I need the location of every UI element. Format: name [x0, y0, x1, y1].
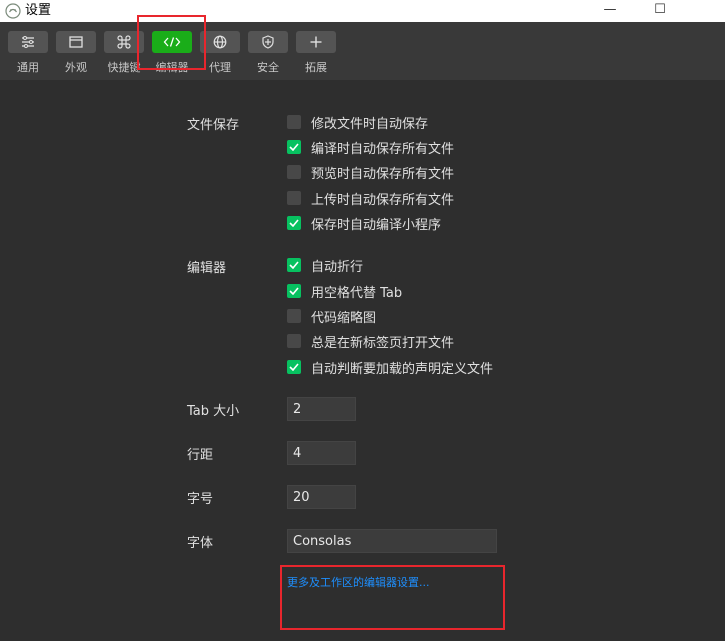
option-open-in-new-tab[interactable]: 总是在新标签页打开文件: [287, 333, 455, 351]
option-label: 保存时自动编译小程序: [311, 217, 442, 233]
option-auto-load-declarations[interactable]: 自动判断要加载的声明定义文件: [287, 359, 494, 377]
checkbox[interactable]: [287, 360, 301, 374]
appearance-button[interactable]: [56, 31, 96, 53]
option-label: 预览时自动保存所有文件: [311, 166, 455, 182]
font-family-label: 字体: [187, 536, 214, 551]
checkbox[interactable]: [287, 191, 301, 205]
minimize-button[interactable]: —: [587, 0, 633, 22]
option-label: 上传时自动保存所有文件: [311, 192, 455, 208]
checkbox[interactable]: [287, 258, 301, 272]
font-family-input[interactable]: Consolas: [287, 529, 497, 553]
check-icon: [289, 363, 299, 371]
shield-icon: [262, 35, 274, 49]
line-height-label: 行距: [187, 448, 214, 463]
proxy-button[interactable]: [200, 31, 240, 53]
option-label: 总是在新标签页打开文件: [311, 335, 455, 351]
tab-extensions[interactable]: 拓展: [296, 31, 336, 74]
window-title: 设置: [25, 3, 52, 18]
option-label: 自动判断要加载的声明定义文件: [311, 361, 494, 377]
general-button[interactable]: [8, 31, 48, 53]
option-word-wrap[interactable]: 自动折行: [287, 257, 364, 275]
option-label: 编译时自动保存所有文件: [311, 141, 455, 157]
shortcuts-button[interactable]: [104, 31, 144, 53]
option-label: 用空格代替 Tab: [311, 285, 403, 301]
checkbox[interactable]: [287, 140, 301, 154]
extensions-button[interactable]: [296, 31, 336, 53]
tab-proxy[interactable]: 代理: [200, 31, 240, 74]
tab-label: 拓展: [305, 61, 327, 74]
checkbox[interactable]: [287, 115, 301, 129]
option-autosave-on-modify[interactable]: 修改文件时自动保存: [287, 114, 429, 132]
option-save-on-compile[interactable]: 编译时自动保存所有文件: [287, 139, 455, 157]
security-button[interactable]: [248, 31, 288, 53]
tab-general[interactable]: 通用: [8, 31, 48, 74]
check-icon: [289, 143, 299, 151]
tab-size-input[interactable]: 2: [287, 397, 356, 421]
checkbox[interactable]: [287, 309, 301, 323]
tab-security[interactable]: 安全: [248, 31, 288, 74]
font-size-input[interactable]: 20: [287, 485, 356, 509]
tab-size-label: Tab 大小: [187, 404, 240, 419]
tab-editor[interactable]: 编辑器: [152, 31, 192, 74]
layout-icon: [69, 36, 83, 48]
file-save-section-label: 文件保存: [187, 118, 240, 133]
more-editor-settings-link[interactable]: 更多及工作区的编辑器设置...: [287, 574, 430, 590]
editor-section-label: 编辑器: [187, 261, 227, 276]
checkbox[interactable]: [287, 334, 301, 348]
option-label: 修改文件时自动保存: [311, 116, 429, 132]
tab-shortcuts[interactable]: 快捷键: [104, 31, 144, 74]
plus-icon: [310, 36, 322, 48]
font-size-label: 字号: [187, 492, 214, 507]
option-minimap[interactable]: 代码缩略图: [287, 308, 377, 326]
editor-button[interactable]: [152, 31, 192, 53]
sliders-icon: [22, 36, 34, 48]
settings-toolbar: 通用 外观 快捷键 编辑器 代理 安全 拓展: [0, 22, 725, 80]
check-icon: [289, 219, 299, 227]
app-logo-icon: [5, 3, 21, 19]
title-bar: 设置 — ☐: [0, 0, 725, 22]
tab-appearance[interactable]: 外观: [56, 31, 96, 74]
checkbox[interactable]: [287, 216, 301, 230]
line-height-input[interactable]: 4: [287, 441, 356, 465]
option-spaces-for-tab[interactable]: 用空格代替 Tab: [287, 283, 403, 301]
code-icon: [163, 37, 181, 47]
globe-icon: [213, 35, 227, 49]
option-save-on-preview[interactable]: 预览时自动保存所有文件: [287, 164, 455, 182]
option-compile-on-save[interactable]: 保存时自动编译小程序: [287, 215, 442, 233]
maximize-button[interactable]: ☐: [637, 0, 683, 22]
option-save-on-upload[interactable]: 上传时自动保存所有文件: [287, 190, 455, 208]
checkbox[interactable]: [287, 165, 301, 179]
command-key-icon: [117, 35, 131, 49]
check-icon: [289, 261, 299, 269]
option-label: 代码缩略图: [311, 310, 377, 326]
option-label: 自动折行: [311, 259, 364, 275]
check-icon: [289, 287, 299, 295]
checkbox[interactable]: [287, 284, 301, 298]
